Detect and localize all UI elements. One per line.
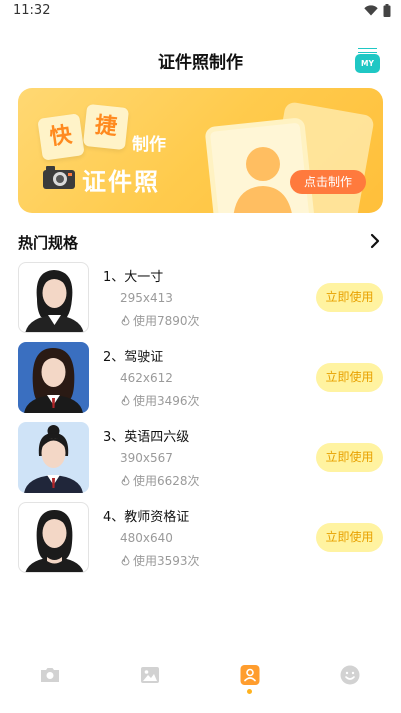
wifi-icon	[364, 5, 378, 16]
battery-icon	[383, 4, 391, 17]
chevron-right-icon[interactable]	[365, 231, 385, 251]
spec-name: 2、驾驶证	[103, 350, 164, 365]
promo-banner[interactable]: 快 捷 制作 证件照 点击制作	[18, 88, 383, 213]
flame-icon	[121, 314, 130, 325]
image-icon[interactable]	[138, 663, 162, 687]
portrait-thumbnail	[18, 342, 89, 413]
banner-headline: 证件照	[82, 168, 160, 196]
flame-icon	[121, 474, 130, 485]
camera-icon	[43, 166, 75, 189]
use-now-button[interactable]: 立即使用	[316, 363, 383, 392]
banner-make-button[interactable]: 点击制作	[290, 170, 366, 194]
section-header: 热门规格	[18, 231, 383, 253]
status-time: 11:32	[13, 3, 51, 18]
spec-name: 4、教师资格证	[103, 510, 190, 525]
flame-icon	[121, 554, 130, 565]
use-now-button[interactable]: 立即使用	[316, 443, 383, 472]
banner-make-label: 制作	[132, 135, 166, 155]
spec-uses-text: 使用3593次	[133, 554, 200, 568]
spec-uses-text: 使用7890次	[133, 314, 200, 328]
flame-icon	[121, 394, 130, 405]
list-item[interactable]: 4、教师资格证 480x640 使用3593次 立即使用	[18, 502, 383, 574]
spec-uses: 使用6628次	[120, 472, 200, 489]
spec-size: 462x612	[120, 371, 173, 385]
spec-name: 3、英语四六级	[103, 430, 190, 445]
page-title: 证件照制作	[158, 53, 243, 73]
spec-uses-text: 使用3496次	[133, 394, 200, 408]
spec-size: 480x640	[120, 531, 173, 545]
portrait-thumbnail	[18, 502, 89, 573]
use-now-button[interactable]: 立即使用	[316, 523, 383, 552]
list-item[interactable]: 3、英语四六级 390x567 使用6628次 立即使用	[18, 422, 383, 494]
my-button[interactable]: MY	[355, 48, 380, 73]
person-card-icon[interactable]	[238, 663, 262, 687]
banner-tile-fast: 快	[37, 113, 85, 161]
portrait-thumbnail	[18, 262, 89, 333]
bottom-tab-bar	[0, 655, 401, 705]
smiley-icon[interactable]	[338, 663, 362, 687]
person-silhouette-icon	[233, 147, 292, 213]
spec-uses: 使用7890次	[120, 312, 200, 329]
list-item[interactable]: 2、驾驶证 462x612 使用3496次 立即使用	[18, 342, 383, 414]
portrait-thumbnail	[18, 422, 89, 493]
active-tab-indicator	[247, 689, 252, 694]
spec-uses-text: 使用6628次	[133, 474, 200, 488]
list-item[interactable]: 1、大一寸 295x413 使用7890次 立即使用	[18, 262, 383, 334]
spec-size: 295x413	[120, 291, 173, 305]
camera-icon[interactable]	[38, 663, 62, 687]
banner-tile-quick: 捷	[82, 103, 130, 151]
section-title: 热门规格	[18, 234, 79, 252]
header: 证件照制作 MY	[0, 44, 401, 76]
use-now-button[interactable]: 立即使用	[316, 283, 383, 312]
status-bar: 11:32	[0, 0, 401, 24]
my-badge: MY	[355, 54, 380, 73]
spec-uses: 使用3593次	[120, 552, 200, 569]
spec-uses: 使用3496次	[120, 392, 200, 409]
status-icons	[364, 4, 391, 17]
spec-name: 1、大一寸	[103, 270, 164, 285]
my-lines-icon	[358, 48, 377, 53]
spec-size: 390x567	[120, 451, 173, 465]
